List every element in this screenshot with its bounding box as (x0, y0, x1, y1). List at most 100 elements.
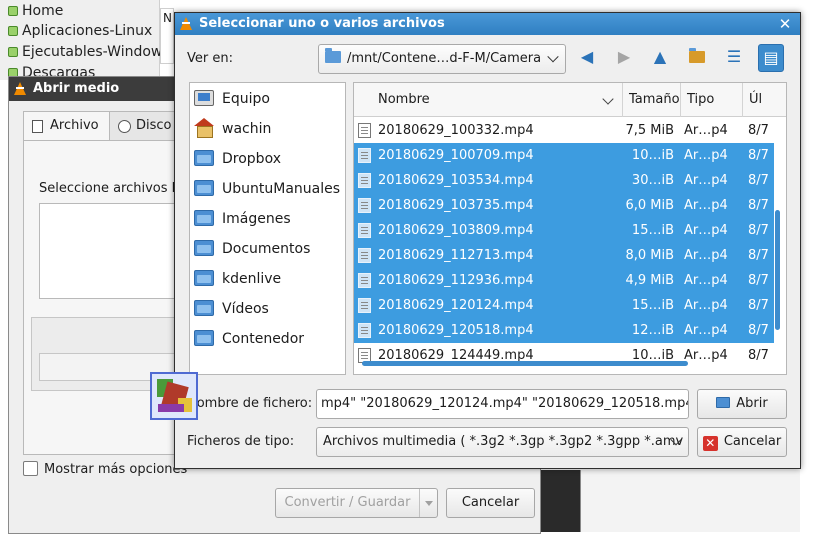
tab-label: Disco (136, 118, 172, 133)
file-type: Ar…p4 (684, 248, 728, 263)
video-file-icon (358, 273, 371, 288)
detail-view-icon[interactable]: ▤ (758, 44, 784, 72)
folder-icon (8, 26, 18, 36)
file-dialog: Seleccionar uno o varios archivos ✕ Ver … (174, 12, 801, 469)
convert-save-button[interactable]: Convertir / Guardar (275, 488, 438, 518)
place-videos[interactable]: Vídeos (194, 297, 269, 321)
file-type: Ar…p4 (684, 323, 728, 338)
new-folder-icon[interactable] (684, 44, 710, 72)
file-date: 8/7 (748, 248, 769, 263)
video-file-icon (358, 148, 371, 163)
column-label: Nombre (378, 92, 430, 107)
sidebar-item-label: Home (22, 3, 64, 19)
video-file-icon (358, 198, 371, 213)
avatar (150, 372, 198, 420)
file-name: 20180629_112713.mp4 (378, 248, 534, 263)
file-type: Ar…p4 (684, 198, 728, 213)
place-equipo[interactable]: Equipo (194, 87, 270, 111)
tab-label: Archivo (50, 118, 99, 133)
file-name: 20180629_103534.mp4 (378, 173, 534, 188)
folder-icon (8, 47, 18, 57)
video-file-icon (358, 248, 371, 263)
background-window-edge (580, 470, 800, 532)
file-type: Ar…p4 (684, 148, 728, 163)
abrir-cancel-button[interactable]: Cancelar (446, 488, 535, 518)
folder-icon (194, 300, 214, 316)
disc-icon (118, 120, 131, 133)
show-more-options-label: Mostrar más opciones (44, 462, 188, 477)
back-icon[interactable]: ◀ (574, 44, 600, 72)
place-dropbox[interactable]: Dropbox (194, 147, 281, 171)
dialog-cancel-button[interactable]: ✕ Cancelar (697, 427, 787, 457)
selected-files-list[interactable] (39, 203, 189, 299)
list-view-icon[interactable]: ☰ (721, 44, 747, 72)
column-label: Tipo (687, 92, 715, 107)
file-row[interactable]: 20180629_120518.mp4 12…iB Ar…p4 8/7 (354, 318, 774, 343)
place-label: kdenlive (222, 271, 282, 287)
file-row[interactable]: 20180629_103735.mp4 6,0 MiB Ar…p4 8/7 (354, 193, 774, 218)
file-size: 4,9 MiB (625, 273, 674, 288)
folder-icon (194, 180, 214, 196)
file-row[interactable]: 20180629_103534.mp4 30…iB Ar…p4 8/7 (354, 168, 774, 193)
folder-icon (194, 270, 214, 286)
place-label: Equipo (222, 91, 270, 107)
file-type: Ar…p4 (684, 223, 728, 238)
file-type: Ar…p4 (684, 348, 728, 363)
file-row[interactable]: 20180629_112936.mp4 4,9 MiB Ar…p4 8/7 (354, 268, 774, 293)
sidebar-item-aplicaciones-linux[interactable]: Aplicaciones-Linux (8, 21, 152, 42)
open-folder-icon (716, 397, 731, 408)
file-row[interactable]: 20180629_100332.mp4 7,5 MiB Ar…p4 8/7 (354, 118, 774, 143)
file-list-header: Nombre Tamaño Tipo Úl (354, 83, 786, 117)
video-file-icon (358, 173, 371, 188)
convert-save-label: Convertir / Guardar (284, 495, 411, 510)
chevron-down-icon[interactable] (419, 489, 437, 517)
column-tamano[interactable]: Tamaño (622, 83, 680, 117)
column-ultima[interactable]: Úl (742, 83, 786, 117)
folder-icon (194, 240, 214, 256)
folder-icon (325, 48, 341, 63)
column-nombre[interactable]: Nombre (354, 83, 622, 117)
sidebar-item-home[interactable]: Home (8, 1, 63, 22)
place-ubuntumanuales[interactable]: UbuntuManuales (194, 177, 340, 201)
place-contenedor[interactable]: Contenedor (194, 327, 304, 351)
place-imagenes[interactable]: Imágenes (194, 207, 291, 231)
place-kdenlive[interactable]: kdenlive (194, 267, 281, 291)
home-icon (194, 118, 214, 138)
file-dialog-titlebar: Seleccionar uno o varios archivos ✕ (175, 13, 800, 35)
background-sidebar: Home Aplicaciones-Linux Ejecutables-Wind… (0, 0, 170, 81)
tab-archivo[interactable]: Archivo (23, 111, 110, 141)
background-window-edge (541, 470, 585, 532)
file-name: 20180629_103809.mp4 (378, 223, 534, 238)
file-type: Ar…p4 (684, 173, 728, 188)
close-icon[interactable]: ✕ (776, 14, 794, 34)
open-label: Abrir (736, 396, 768, 411)
file-row[interactable]: 20180629_103809.mp4 15…iB Ar…p4 8/7 (354, 218, 774, 243)
filename-input[interactable]: mp4" "20180629_120124.mp4" "20180629_120… (316, 389, 689, 419)
column-tipo[interactable]: Tipo (680, 83, 742, 117)
horizontal-scrollbar[interactable] (362, 361, 688, 366)
file-date: 8/7 (748, 273, 769, 288)
place-label: Vídeos (222, 301, 269, 317)
place-label: Contenedor (222, 331, 305, 347)
parent-dir-icon[interactable]: ▲ (647, 44, 673, 72)
file-row[interactable]: 20180629_100709.mp4 10…iB Ar…p4 8/7 (354, 143, 774, 168)
show-more-options[interactable]: Mostrar más opciones (23, 461, 187, 481)
cancel-label: Cancelar (723, 434, 782, 449)
place-documentos[interactable]: Documentos (194, 237, 310, 261)
look-in-combo[interactable]: /mnt/Contene…d-F-M/Camera (318, 44, 566, 74)
open-button[interactable]: Abrir (697, 389, 787, 419)
background-field: N (160, 8, 174, 64)
forward-icon[interactable]: ▶ (611, 44, 637, 72)
vertical-scrollbar[interactable] (775, 210, 780, 330)
file-row[interactable]: 20180629_112713.mp4 8,0 MiB Ar…p4 8/7 (354, 243, 774, 268)
file-row[interactable]: 20180629_120124.mp4 15…iB Ar…p4 8/7 (354, 293, 774, 318)
place-wachin[interactable]: wachin (194, 117, 271, 141)
show-more-options-checkbox[interactable] (23, 461, 38, 476)
sidebar-item-ejecutables-windows[interactable]: Ejecutables-Windows (8, 42, 170, 63)
filetype-value: Archivos multimedia ( *.3g2 *.3gp *.3gp2… (323, 434, 684, 449)
file-type: Ar…p4 (684, 273, 728, 288)
file-list[interactable]: Nombre Tamaño Tipo Úl 20180629_100332.mp… (353, 82, 787, 375)
filetype-combo[interactable]: Archivos multimedia ( *.3g2 *.3gp *.3gp2… (316, 427, 689, 457)
folder-icon (194, 210, 214, 226)
file-size: 6,0 MiB (625, 198, 674, 213)
